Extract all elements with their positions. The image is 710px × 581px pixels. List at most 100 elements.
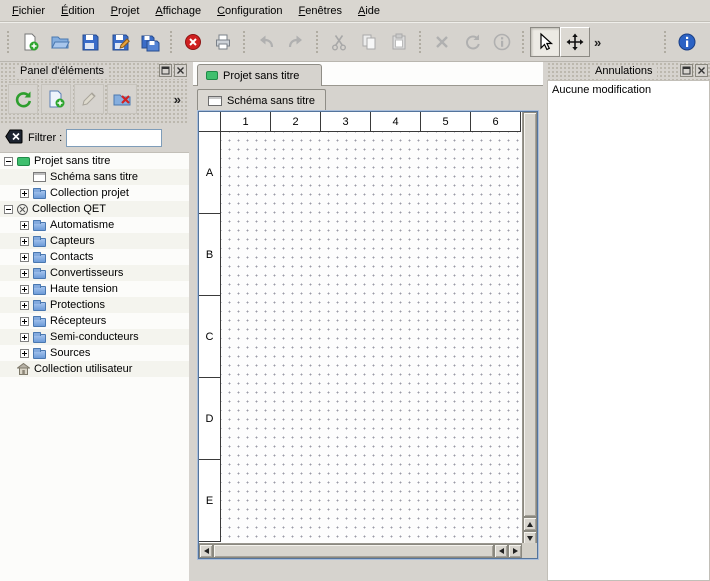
save-button[interactable] (75, 27, 105, 57)
elements-panel-title: Panel d'éléments (16, 65, 108, 77)
tab-schema-sans-titre[interactable]: Schéma sans titre (197, 89, 326, 111)
redo-button[interactable] (281, 27, 311, 57)
undo-history-titlebar[interactable]: Annulations (547, 62, 710, 80)
delete-button[interactable] (427, 27, 457, 57)
undo-history-empty-message: Aucune modification (552, 84, 651, 96)
save-all-button[interactable] (135, 27, 165, 57)
toolbar-grip[interactable] (242, 30, 247, 54)
expand-expander-icon[interactable] (20, 253, 29, 262)
filter-input[interactable] (66, 129, 162, 147)
scroll-up-button[interactable] (523, 517, 537, 531)
toolbar-grip[interactable] (418, 30, 423, 54)
redo-icon (286, 32, 306, 52)
new-element-button[interactable] (41, 84, 71, 114)
project-icon (17, 157, 30, 166)
qet-collection-icon (17, 204, 28, 215)
toolbar-grip[interactable] (521, 30, 526, 54)
new-document-button[interactable] (15, 27, 45, 57)
scroll-left-button-2[interactable] (494, 544, 508, 558)
close-document-button[interactable] (178, 27, 208, 57)
float-panel-button[interactable] (159, 64, 172, 77)
menu-item-edition[interactable]: Édition (53, 2, 103, 20)
scroll-left-button[interactable] (199, 544, 213, 558)
float-panel-button[interactable] (680, 64, 693, 77)
tree-item-protections[interactable]: Protections (0, 297, 189, 313)
clear-filter-button[interactable] (4, 129, 24, 147)
cut-button[interactable] (324, 27, 354, 57)
tree-item-automatisme[interactable]: Automatisme (0, 217, 189, 233)
tree-item-collection-utilisateur[interactable]: Collection utilisateur (0, 361, 189, 377)
expand-expander-icon[interactable] (20, 189, 29, 198)
expand-expander-icon[interactable] (20, 317, 29, 326)
collapse-expander-icon[interactable] (4, 205, 13, 214)
expand-expander-icon[interactable] (20, 349, 29, 358)
expand-expander-icon[interactable] (20, 285, 29, 294)
expand-expander-icon[interactable] (20, 301, 29, 310)
tree-item-sources[interactable]: Sources (0, 345, 189, 361)
column-header: 1 (221, 112, 271, 132)
save-as-button[interactable] (105, 27, 135, 57)
edit-element-button[interactable] (74, 84, 104, 114)
collapse-expander-icon[interactable] (4, 157, 13, 166)
menu-item-aide[interactable]: Aide (350, 2, 388, 20)
down-arrow-icon (527, 536, 533, 541)
tree-item-project[interactable]: Projet sans titre (0, 153, 189, 169)
tab-projet-sans-titre[interactable]: Projet sans titre (197, 64, 322, 86)
tree-item-recepteurs[interactable]: Récepteurs (0, 313, 189, 329)
tree-item-collection-projet[interactable]: Collection projet (0, 185, 189, 201)
reload-collections-button[interactable] (8, 84, 38, 114)
menu-item-configuration[interactable]: Configuration (209, 2, 290, 20)
tree-item-haute-tension[interactable]: Haute tension (0, 281, 189, 297)
scrollbar-corner (522, 543, 537, 558)
about-button[interactable] (672, 27, 702, 57)
close-panel-button[interactable] (695, 64, 708, 77)
expand-expander-icon[interactable] (20, 221, 29, 230)
menu-item-projet[interactable]: Projet (103, 2, 148, 20)
float-icon (682, 66, 691, 75)
delete-element-button[interactable] (107, 84, 137, 114)
tree-item-label: Projet sans titre (34, 155, 114, 167)
tree-item-capteurs[interactable]: Capteurs (0, 233, 189, 249)
tree-item-contacts[interactable]: Contacts (0, 249, 189, 265)
save-all-icon (140, 32, 160, 52)
close-panel-button[interactable] (174, 64, 187, 77)
schema-icon (33, 172, 46, 182)
toolbar-grip[interactable] (663, 30, 668, 54)
horizontal-scrollbar[interactable] (199, 543, 522, 558)
menu-item-fichier[interactable]: Fichier (4, 2, 53, 20)
expand-expander-icon[interactable] (20, 333, 29, 342)
tree-item-label: Récepteurs (50, 315, 110, 327)
row-header: D (199, 378, 221, 460)
toolbar-grip[interactable] (6, 30, 11, 54)
menu-item-affichage[interactable]: Affichage (147, 2, 209, 20)
move-mode-button[interactable] (560, 27, 590, 57)
copy-button[interactable] (354, 27, 384, 57)
diagram-canvas[interactable] (221, 132, 522, 543)
print-button[interactable] (208, 27, 238, 57)
information-button[interactable] (487, 27, 517, 57)
menu-item-fenetres[interactable]: Fenêtres (291, 2, 350, 20)
elements-toolbar-overflow-button[interactable]: » (170, 92, 185, 107)
expander-spacer (20, 173, 29, 182)
elements-panel-titlebar[interactable]: Panel d'éléments (0, 62, 189, 80)
select-mode-button[interactable] (530, 27, 560, 57)
vertical-scrollbar[interactable] (522, 112, 537, 545)
tree-item-convertisseurs[interactable]: Convertisseurs (0, 265, 189, 281)
tree-item-collection-qet[interactable]: Collection QET (0, 201, 189, 217)
undo-history-list[interactable]: Aucune modification (547, 80, 710, 581)
horizontal-scrollbar-thumb[interactable] (213, 544, 494, 558)
toolbar-overflow-button[interactable]: » (590, 35, 605, 50)
expand-expander-icon[interactable] (20, 237, 29, 246)
tree-item-schema[interactable]: Schéma sans titre (0, 169, 189, 185)
undo-button[interactable] (251, 27, 281, 57)
expand-expander-icon[interactable] (20, 269, 29, 278)
vertical-scrollbar-thumb[interactable] (523, 112, 537, 517)
open-project-button[interactable] (45, 27, 75, 57)
tree-item-semi-conducteurs[interactable]: Semi-conducteurs (0, 329, 189, 345)
undo-history-title: Annulations (591, 65, 657, 77)
toolbar-grip[interactable] (169, 30, 174, 54)
rotate-button[interactable] (457, 27, 487, 57)
toolbar-grip[interactable] (315, 30, 320, 54)
scroll-right-button[interactable] (508, 544, 522, 558)
paste-button[interactable] (384, 27, 414, 57)
